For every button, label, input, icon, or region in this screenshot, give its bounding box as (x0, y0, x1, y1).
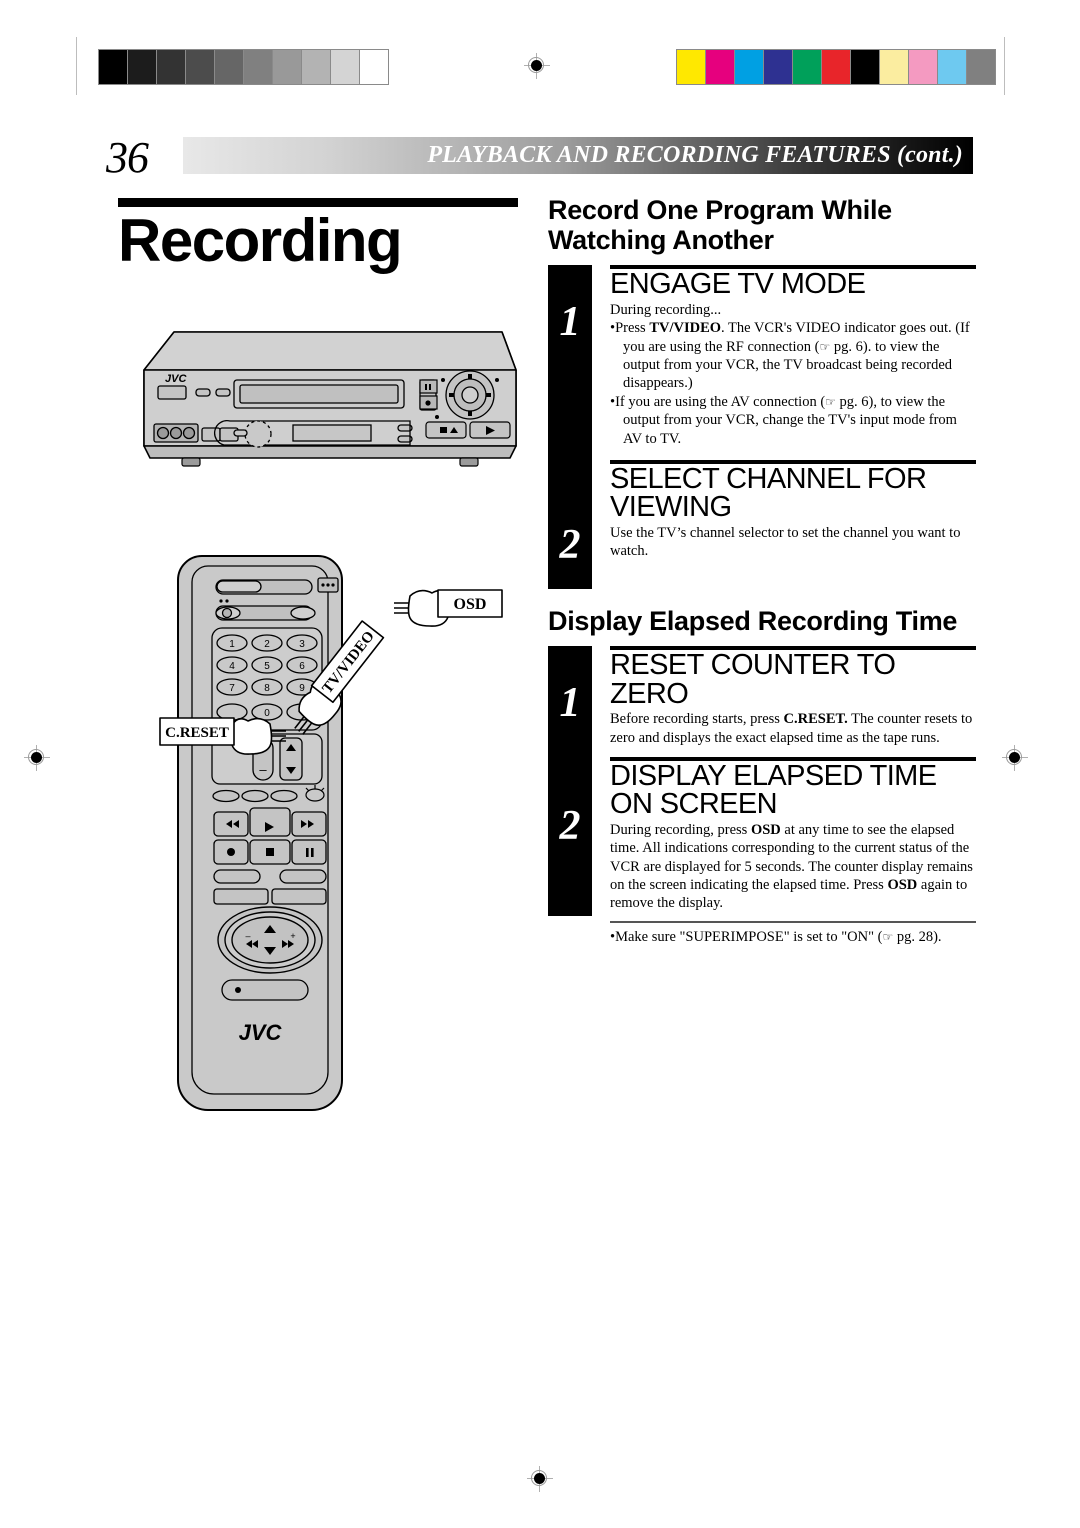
color-patch (938, 50, 967, 84)
color-patch (764, 50, 793, 84)
color-patch (677, 50, 706, 84)
step-number: 2 (559, 522, 581, 569)
pause-icon (291, 839, 327, 865)
registration-target-icon (1002, 745, 1028, 771)
registration-target-icon (524, 53, 550, 79)
callout-osd: OSD (392, 584, 504, 633)
step-body: Use the TV’s channel selector to set the… (610, 524, 961, 560)
rule (610, 460, 976, 465)
svg-text:+: + (290, 931, 295, 941)
color-patch (793, 50, 822, 84)
rule (610, 756, 976, 761)
color-patch (706, 50, 735, 84)
vcr-brand-logo: JVC (165, 373, 187, 385)
svg-text:7: 7 (229, 683, 235, 694)
gray-patch (215, 50, 244, 84)
step-title: RESET COUNTER TO ZERO (610, 649, 896, 710)
note-item: Make sure "SUPERIMPOSE" is set to "ON" (… (610, 928, 976, 946)
chapter-title: PLAYBACK AND RECORDING FEATURES (cont.) (427, 142, 963, 168)
grayscale-wedge (98, 49, 389, 85)
svg-text:8: 8 (264, 683, 270, 694)
step-group-2: 1 RESET COUNTER TO ZERO Before recording… (548, 646, 976, 946)
pointer-icon: ☞ (825, 394, 836, 409)
bullet-item: If you are using the AV connection (☞ pg… (610, 393, 976, 448)
svg-text:5: 5 (264, 661, 270, 672)
step-1-1: 1 ENGAGE TV MODE During recording... Pre… (548, 265, 976, 460)
right-column: Record One Program While Watching Anothe… (548, 195, 976, 946)
rule (610, 265, 976, 270)
gray-patch (244, 50, 273, 84)
step-bullet-list: Press TV/VIDEO. The VCR's VIDEO indicato… (610, 319, 976, 448)
svg-text:3: 3 (299, 639, 305, 650)
gray-patch (360, 50, 388, 84)
registration-target-icon (527, 1466, 553, 1492)
section-heading-2: Display Elapsed Recording Time (548, 605, 958, 636)
vcr-illustration: JVC (143, 331, 517, 467)
color-patch (851, 50, 880, 84)
tvvideo-button (270, 789, 298, 803)
step-number: 1 (559, 680, 581, 727)
bullet-item: Press TV/VIDEO. The VCR's VIDEO indicato… (610, 319, 976, 393)
step-1-2: 2 SELECT CHANNEL FOR VIEWING Use the TV’… (548, 460, 976, 571)
remote-brand-logo: JVC (239, 1020, 283, 1045)
gray-patch (186, 50, 215, 84)
step-group-1: 1 ENGAGE TV MODE During recording... Pre… (548, 265, 976, 590)
remote-illustration: 1 2 3 4 5 6 7 8 9 0 +– (177, 555, 343, 1111)
callout-label-creset: C.RESET (165, 725, 229, 741)
section-heading-1: Record One Program While Watching Anothe… (548, 195, 892, 255)
registration-target-icon (24, 745, 50, 771)
step-body: During recording, press OSD at any time … (610, 821, 973, 912)
color-bar-strip (676, 49, 996, 85)
svg-text:–: – (245, 931, 250, 941)
step-number: 2 (559, 802, 581, 849)
svg-text:2: 2 (264, 639, 270, 650)
pointer-icon: ☞ (819, 339, 831, 354)
step-note-list: Make sure "SUPERIMPOSE" is set to "ON" (… (610, 928, 976, 946)
svg-text:4: 4 (229, 661, 235, 672)
step-title: SELECT CHANNEL FOR VIEWING (610, 463, 927, 524)
step-title: DISPLAY ELAPSED TIME ON SCREEN (610, 759, 937, 821)
pointer-icon: ☞ (882, 929, 894, 944)
step-title: ENGAGE TV MODE (610, 268, 866, 301)
step-2-1: 1 RESET COUNTER TO ZERO Before recording… (548, 646, 976, 757)
color-patch (967, 50, 995, 84)
gray-patch (302, 50, 331, 84)
rule (610, 920, 976, 923)
step-2-2: 2 DISPLAY ELAPSED TIME ON SCREEN During … (548, 756, 976, 946)
left-column: Recording (118, 198, 538, 271)
gray-patch (331, 50, 360, 84)
svg-text:6: 6 (299, 661, 305, 672)
step-number: 1 (559, 299, 581, 346)
rule (610, 646, 976, 651)
callout-label-osd: OSD (454, 596, 487, 613)
gray-patch (99, 50, 128, 84)
title-rule (118, 198, 518, 207)
gray-patch (273, 50, 302, 84)
callout-creset: C.RESET (158, 710, 288, 763)
page-number: 36 (106, 133, 149, 182)
step-intro: During recording... (610, 301, 722, 318)
gray-patch (128, 50, 157, 84)
page-title: Recording (118, 207, 403, 274)
color-patch (822, 50, 851, 84)
color-patch (880, 50, 909, 84)
color-patch (735, 50, 764, 84)
color-patch (909, 50, 938, 84)
chapter-header-bar: PLAYBACK AND RECORDING FEATURES (cont.) (183, 137, 973, 174)
gray-patch (157, 50, 186, 84)
crop-tick-left (76, 37, 77, 95)
crop-tick-right (1004, 37, 1005, 95)
svg-text:1: 1 (229, 639, 235, 650)
play-icon (249, 807, 291, 837)
osd-button (290, 606, 316, 620)
svg-text:–: – (259, 762, 267, 777)
step-body: Before recording starts, press C.RESET. … (610, 711, 973, 746)
